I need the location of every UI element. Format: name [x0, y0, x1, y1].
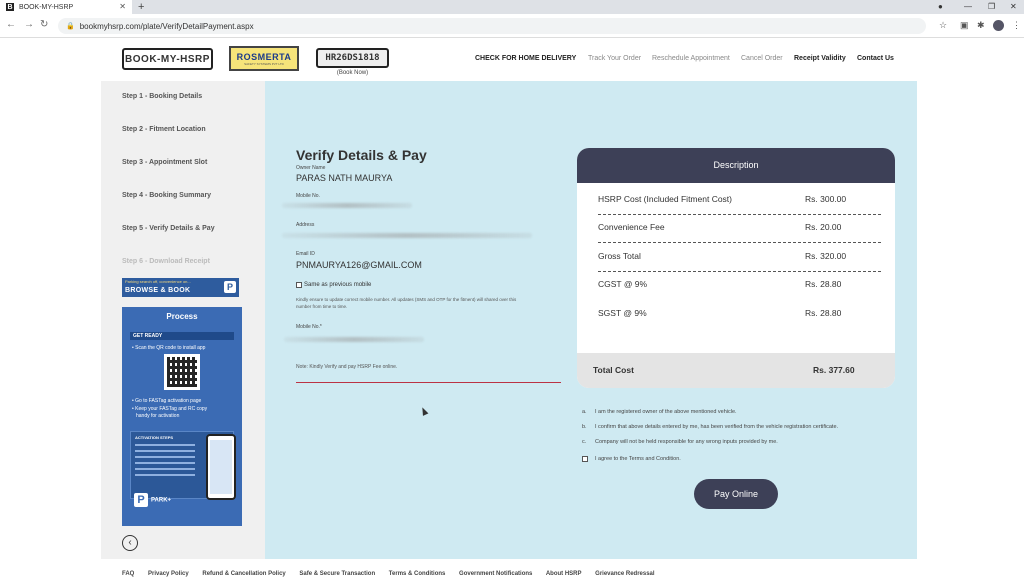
total-value: Rs. 377.60	[813, 365, 855, 375]
qr-code-icon	[164, 354, 200, 390]
profile-indicator-icon[interactable]: ●	[938, 0, 943, 14]
minimize-icon[interactable]: —	[964, 0, 972, 14]
url-text: bookmyhsrp.com/plate/VerifyDetailPayment…	[79, 21, 254, 31]
parkplus-logo-icon: P	[224, 281, 236, 293]
book-now-caption[interactable]: (Book Now)	[316, 70, 389, 76]
back-arrow-icon[interactable]: ←	[6, 19, 16, 30]
nav-cancel-order[interactable]: Cancel Order	[741, 55, 783, 62]
fee-row: HSRP Cost (Included Fitment Cost) Rs. 300…	[598, 187, 881, 215]
fee-row: Convenience Fee Rs. 20.00	[598, 215, 881, 243]
term-a-text: I am the registered owner of the above m…	[595, 409, 737, 415]
site-logo[interactable]: BOOK-MY-HSRP	[122, 48, 213, 70]
mobile-notice-1: Kindly ensure to update correct mobile n…	[296, 297, 517, 302]
restore-icon[interactable]: ❐	[988, 0, 995, 14]
process-promo: Process GET READY • Scan the QR code to …	[122, 307, 242, 526]
nav-contact-us[interactable]: Contact Us	[857, 55, 894, 62]
address-label: Address	[296, 222, 315, 228]
step-booking-summary[interactable]: Step 4 - Booking Summary	[122, 192, 211, 199]
step-download-receipt: Step 6 - Download Receipt	[122, 258, 210, 265]
phone-mockup	[206, 434, 236, 500]
term-c-text: Company will not be held responsible for…	[595, 439, 778, 445]
parkplus-brand: P PARK+	[134, 493, 171, 507]
forward-arrow-icon[interactable]: →	[24, 19, 34, 30]
fee-row: SGST @ 9% Rs. 28.80	[598, 308, 842, 318]
browser-tab-bar: B BOOK-MY-HSRP ✕ + ● — ❐ ✕	[0, 0, 1024, 14]
footer-safe[interactable]: Safe & Secure Transaction	[299, 571, 375, 577]
same-mobile-checkbox[interactable]	[296, 282, 302, 288]
book-now-plate[interactable]: HR26DS1818	[316, 48, 389, 68]
step-fitment-location[interactable]: Step 2 - Fitment Location	[122, 126, 206, 133]
mobile-value-redacted	[282, 203, 412, 208]
tab-title: BOOK-MY-HSRP	[19, 3, 74, 11]
avatar[interactable]	[993, 20, 1004, 31]
footer-terms[interactable]: Terms & Conditions	[389, 571, 446, 577]
address-bar: ← → ↻ 🔒 bookmyhsrp.com/plate/VerifyDetai…	[0, 14, 1024, 38]
reload-icon[interactable]: ↻	[40, 19, 48, 30]
nav-track-order[interactable]: Track Your Order	[588, 55, 641, 62]
browser-tab[interactable]: B BOOK-MY-HSRP ✕	[0, 0, 132, 14]
total-row: Total Cost Rs. 377.60	[577, 353, 895, 388]
promo-scan-text: • Scan the QR code to install app	[132, 345, 206, 351]
extension-icon[interactable]: ▣	[960, 20, 969, 31]
nav-home-delivery[interactable]: CHECK FOR HOME DELIVERY	[475, 55, 576, 62]
same-mobile-label: Same as previous mobile	[304, 282, 372, 288]
term-c-mark: c.	[582, 439, 587, 445]
get-ready-label: GET READY	[130, 332, 234, 340]
owner-name-value: PARAS NATH MAURYA	[296, 173, 393, 183]
new-tab-icon[interactable]: +	[138, 0, 144, 14]
page-title: Verify Details & Pay	[296, 147, 427, 163]
fee-row: Gross Total Rs. 320.00	[598, 244, 881, 272]
parkplus-icon: P	[134, 493, 148, 507]
email-label: Email ID	[296, 251, 315, 257]
description-title: Description	[577, 148, 895, 183]
browse-book-banner[interactable]: Parking search off, convenience on... BR…	[122, 278, 239, 297]
agree-terms-label: I agree to the Terms and Condition.	[595, 456, 681, 462]
promo-fastag-text: • Go to FASTag activation page	[132, 398, 202, 404]
divider	[296, 382, 561, 383]
term-b-text: I confirm that above details entered by …	[595, 424, 839, 430]
total-label: Total Cost	[593, 365, 634, 375]
pay-online-button[interactable]: Pay Online	[694, 479, 778, 509]
step-appointment-slot[interactable]: Step 3 - Appointment Slot	[122, 159, 207, 166]
bookmark-star-icon[interactable]: ☆	[939, 20, 947, 31]
mobile-notice-2: number from time to time.	[296, 304, 348, 309]
footer-refund[interactable]: Refund & Cancellation Policy	[202, 571, 285, 577]
process-title: Process	[166, 312, 198, 321]
back-circle-icon[interactable]: ‹	[122, 535, 138, 551]
footer-links: FAQ Privacy Policy Refund & Cancellation…	[122, 571, 667, 577]
agree-terms-checkbox[interactable]	[582, 456, 588, 462]
favicon-icon: B	[6, 3, 14, 11]
footer-privacy[interactable]: Privacy Policy	[148, 571, 189, 577]
close-window-icon[interactable]: ✕	[1010, 0, 1017, 14]
partner-logo: ROSMERTA SAFETY SYSTEMS PVT LTD	[229, 46, 299, 71]
description-card: Description HSRP Cost (Included Fitment …	[577, 148, 895, 388]
address-value-redacted	[282, 233, 532, 238]
footer-gov[interactable]: Government Notifications	[459, 571, 532, 577]
footer-about[interactable]: About HSRP	[546, 571, 582, 577]
footer-grievance[interactable]: Grievance Redressal	[595, 571, 654, 577]
term-b-mark: b.	[582, 424, 587, 430]
mobile2-input[interactable]	[284, 337, 424, 342]
mobile-label: Mobile No.	[296, 193, 320, 199]
nav-receipt-validity[interactable]: Receipt Validity	[794, 55, 846, 62]
mobile2-label: Mobile No.*	[296, 324, 322, 330]
promo-handy-text: handy for activation	[136, 413, 180, 419]
step-booking-details[interactable]: Step 1 - Booking Details	[122, 93, 202, 100]
term-a-mark: a.	[582, 409, 587, 415]
promo-keep-text: • Keep your FASTag and RC copy	[132, 406, 208, 412]
email-value: PNMAURYA126@GMAIL.COM	[296, 260, 422, 270]
nav-reschedule[interactable]: Reschedule Appointment	[652, 55, 730, 62]
url-input[interactable]: 🔒 bookmyhsrp.com/plate/VerifyDetailPayme…	[58, 18, 926, 34]
menu-dots-icon[interactable]: ⋮	[1012, 20, 1021, 31]
verify-note: Note: Kindly Verify and pay HSRP Fee onl…	[296, 364, 398, 370]
owner-name-label: Owner Name	[296, 165, 326, 171]
lock-icon: 🔒	[66, 23, 75, 30]
fee-row: CGST @ 9% Rs. 28.80	[598, 279, 842, 289]
puzzle-icon[interactable]: ✱	[977, 20, 985, 31]
footer-faq[interactable]: FAQ	[122, 571, 134, 577]
step-verify-pay[interactable]: Step 5 - Verify Details & Pay	[122, 225, 215, 232]
close-tab-icon[interactable]: ✕	[119, 2, 126, 11]
